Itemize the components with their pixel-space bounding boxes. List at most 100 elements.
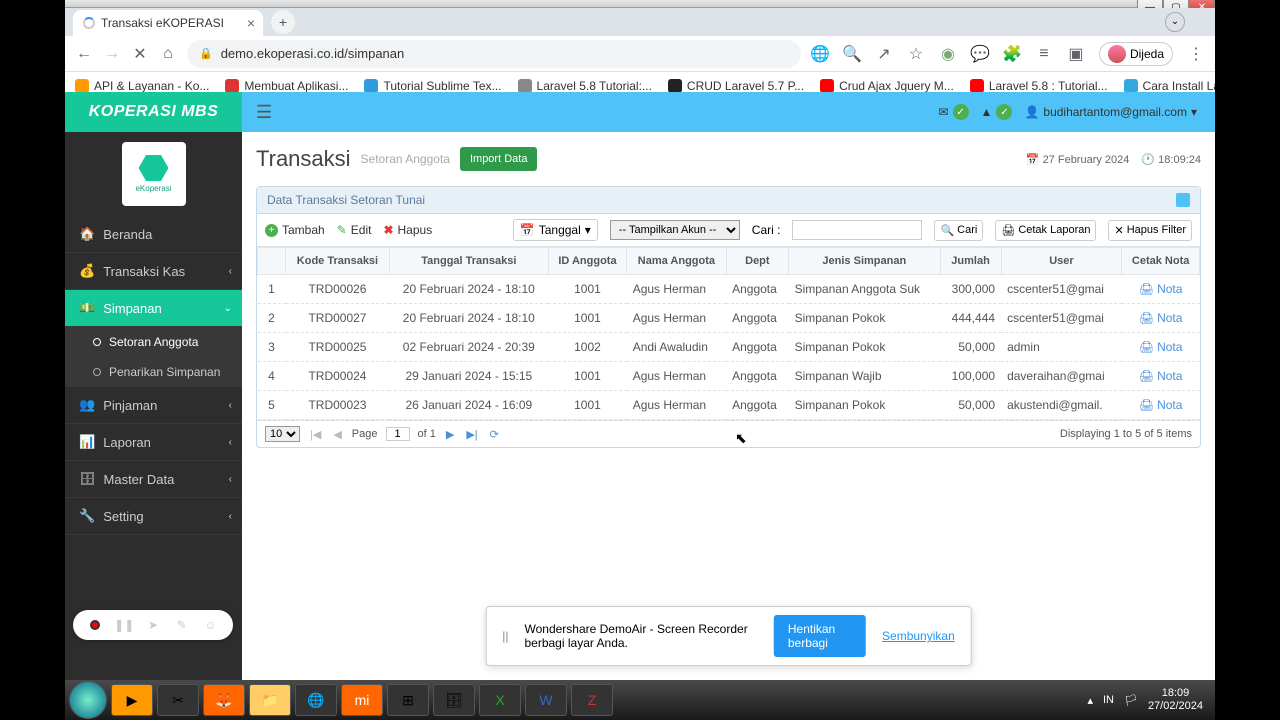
taskbar-explorer[interactable]: 📁 bbox=[249, 684, 291, 716]
search-button[interactable]: 🔍Cari bbox=[934, 220, 983, 241]
account-select[interactable]: -- Tampilkan Akun -- bbox=[610, 220, 740, 240]
taskbar-zotero[interactable]: Z bbox=[571, 684, 613, 716]
zoom-icon[interactable]: 🔍 bbox=[843, 45, 861, 63]
pause-icon[interactable]: ❚❚ bbox=[116, 617, 132, 633]
tray-arrow[interactable]: ▴ bbox=[1087, 694, 1093, 707]
taskbar-mi[interactable]: mi bbox=[341, 684, 383, 716]
date-filter[interactable]: 📅Tanggal ▾ bbox=[513, 219, 598, 241]
sidebar-item-home[interactable]: 🏠Beranda bbox=[65, 216, 242, 253]
sidebar-item-wrench[interactable]: 🔧Setting‹ bbox=[65, 498, 242, 535]
nota-link[interactable]: 🖨Nota bbox=[1128, 282, 1194, 296]
menu-button[interactable]: ⋮ bbox=[1187, 45, 1205, 63]
nota-link[interactable]: 🖨Nota bbox=[1128, 340, 1194, 354]
bookmark-item[interactable]: Laravel 5.8 Tutorial:... bbox=[518, 79, 652, 93]
column-header[interactable] bbox=[258, 248, 286, 275]
sidebar-subitem[interactable]: Penarikan Simpanan bbox=[65, 357, 242, 387]
sidebar-item-savings[interactable]: 💵Simpanan⌄ bbox=[65, 290, 242, 327]
bookmark-star-icon[interactable]: ☆ bbox=[907, 45, 925, 63]
tray-clock[interactable]: 18:09 27/02/2024 bbox=[1148, 687, 1203, 713]
ext-icon-3[interactable]: ≡ bbox=[1035, 45, 1053, 63]
prev-page[interactable]: ◀ bbox=[331, 428, 343, 441]
add-button[interactable]: +Tambah bbox=[265, 223, 325, 237]
alert-icon[interactable]: ▲ bbox=[981, 105, 993, 119]
forward-button[interactable]: → bbox=[103, 45, 121, 63]
import-button[interactable]: Import Data bbox=[460, 147, 537, 171]
nota-link[interactable]: 🖨Nota bbox=[1128, 311, 1194, 325]
menu-toggle[interactable]: ☰ bbox=[242, 102, 286, 123]
column-header[interactable]: User bbox=[1001, 248, 1122, 275]
column-header[interactable]: Jumlah bbox=[940, 248, 1001, 275]
new-tab-button[interactable]: + bbox=[271, 10, 295, 34]
browser-tab[interactable]: Transaksi eKOPERASI × bbox=[73, 10, 263, 36]
bookmark-item[interactable]: Laravel 5.8 : Tutorial... bbox=[970, 79, 1108, 93]
page-size-select[interactable]: 10 bbox=[265, 426, 300, 442]
search-input[interactable] bbox=[792, 220, 922, 240]
column-header[interactable]: ID Anggota bbox=[548, 248, 627, 275]
sidebar-item-loan[interactable]: 👥Pinjaman‹ bbox=[65, 387, 242, 424]
refresh-button[interactable]: ⟳ bbox=[488, 428, 501, 441]
table-row[interactable]: 3 TRD00025 02 Februari 2024 - 20:39 1002… bbox=[258, 333, 1200, 362]
table-row[interactable]: 5 TRD00023 26 Januari 2024 - 16:09 1001 … bbox=[258, 391, 1200, 420]
tray-flag-icon[interactable]: 🏳 bbox=[1124, 694, 1138, 707]
back-button[interactable]: ← bbox=[75, 45, 93, 63]
table-row[interactable]: 1 TRD00026 20 Februari 2024 - 18:10 1001… bbox=[258, 275, 1200, 304]
bookmark-item[interactable]: Membuat Aplikasi... bbox=[225, 79, 348, 93]
clear-filter-button[interactable]: ✕Hapus Filter bbox=[1108, 220, 1192, 241]
taskbar-app2[interactable]: 🗄 bbox=[433, 684, 475, 716]
bookmark-item[interactable]: API & Layanan - Ko... bbox=[75, 79, 209, 93]
print-button[interactable]: 🖨Cetak Laporan bbox=[995, 220, 1096, 241]
delete-button[interactable]: ✖Hapus bbox=[383, 223, 432, 237]
translate-icon[interactable]: 🌐 bbox=[811, 45, 829, 63]
panel-collapse-button[interactable] bbox=[1176, 193, 1190, 207]
tray-lang[interactable]: IN bbox=[1103, 694, 1114, 706]
extensions-icon[interactable]: 🧩 bbox=[1003, 45, 1021, 63]
user-menu[interactable]: 👤 budihartantom@gmail.com ▾ bbox=[1024, 105, 1197, 119]
hide-sharing-button[interactable]: Sembunyikan bbox=[882, 629, 955, 643]
sidebar-item-report[interactable]: 📊Laporan‹ bbox=[65, 424, 242, 461]
ext-icon-1[interactable]: ◉ bbox=[939, 45, 957, 63]
pen-icon[interactable]: ✎ bbox=[174, 617, 190, 633]
taskbar-word[interactable]: W bbox=[525, 684, 567, 716]
profile-button[interactable]: Dijeda bbox=[1099, 42, 1173, 66]
page-input[interactable] bbox=[386, 427, 410, 441]
column-header[interactable]: Tanggal Transaksi bbox=[389, 248, 548, 275]
brand-logo[interactable]: KOPERASI MBS bbox=[65, 92, 242, 132]
taskbar-wmp[interactable]: ▶ bbox=[111, 684, 153, 716]
sidepanel-icon[interactable]: ▣ bbox=[1067, 45, 1085, 63]
person-icon[interactable]: ☺ bbox=[203, 617, 219, 633]
column-header[interactable]: Nama Anggota bbox=[627, 248, 726, 275]
bookmark-item[interactable]: Tutorial Sublime Tex... bbox=[364, 79, 501, 93]
column-header[interactable]: Jenis Simpanan bbox=[789, 248, 940, 275]
edit-button[interactable]: ✎Edit bbox=[337, 223, 372, 237]
table-row[interactable]: 2 TRD00027 20 Februari 2024 - 18:10 1001… bbox=[258, 304, 1200, 333]
ext-icon-2[interactable]: 💬 bbox=[971, 45, 989, 63]
mail-icon[interactable]: ✉ bbox=[938, 105, 948, 119]
table-row[interactable]: 4 TRD00024 29 Januari 2024 - 15:15 1001 … bbox=[258, 362, 1200, 391]
nota-link[interactable]: 🖨Nota bbox=[1128, 398, 1194, 412]
address-bar[interactable]: 🔒 demo.ekoperasi.co.id/simpanan bbox=[187, 40, 801, 68]
share-icon[interactable]: ↗ bbox=[875, 45, 893, 63]
cursor-icon[interactable]: ➤ bbox=[145, 617, 161, 633]
taskbar-app1[interactable]: ⊞ bbox=[387, 684, 429, 716]
start-button[interactable] bbox=[69, 681, 107, 719]
taskbar-excel[interactable]: X bbox=[479, 684, 521, 716]
taskbar-snip[interactable]: ✂ bbox=[157, 684, 199, 716]
column-header[interactable]: Cetak Nota bbox=[1122, 248, 1200, 275]
next-page[interactable]: ▶ bbox=[444, 428, 456, 441]
record-icon[interactable] bbox=[87, 617, 103, 633]
taskbar-chrome[interactable]: 🌐 bbox=[295, 684, 337, 716]
tab-close[interactable]: × bbox=[247, 15, 255, 31]
sidebar-item-wallet[interactable]: 💰Transaksi Kas‹ bbox=[65, 253, 242, 290]
bookmark-item[interactable]: Cara Install Laravel... bbox=[1124, 79, 1215, 93]
last-page[interactable]: ▶| bbox=[464, 428, 479, 441]
column-header[interactable]: Kode Transaksi bbox=[286, 248, 390, 275]
stop-reload-button[interactable]: ✕ bbox=[131, 45, 149, 63]
bookmark-item[interactable]: Crud Ajax Jquery M... bbox=[820, 79, 954, 93]
first-page[interactable]: |◀ bbox=[308, 428, 323, 441]
sidebar-subitem[interactable]: Setoran Anggota bbox=[65, 327, 242, 357]
home-button[interactable]: ⌂ bbox=[159, 45, 177, 63]
sidebar-item-db[interactable]: 🗄Master Data‹ bbox=[65, 461, 242, 498]
nota-link[interactable]: 🖨Nota bbox=[1128, 369, 1194, 383]
column-header[interactable]: Dept bbox=[726, 248, 788, 275]
taskbar-firefox[interactable]: 🦊 bbox=[203, 684, 245, 716]
